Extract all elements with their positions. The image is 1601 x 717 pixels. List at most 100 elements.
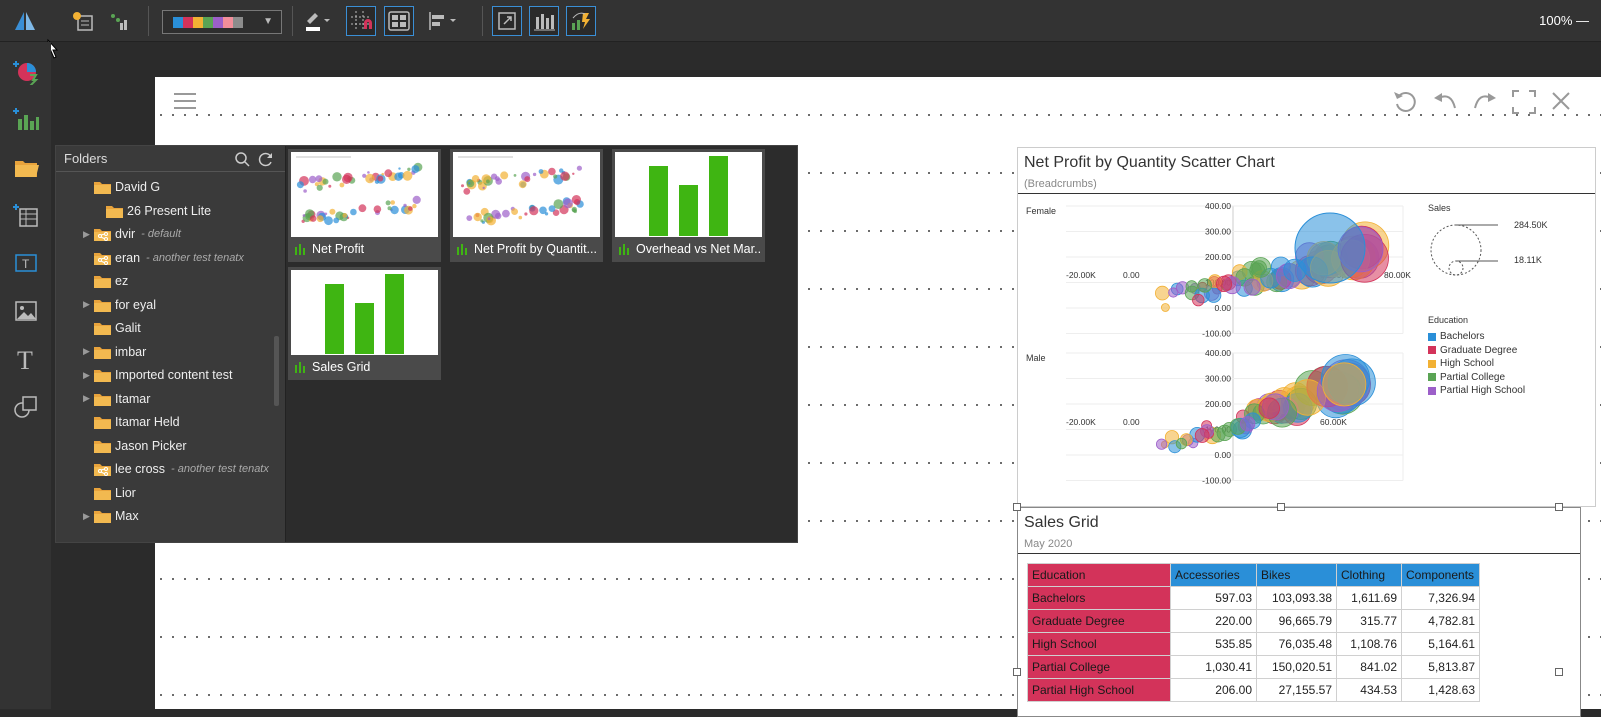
thumbnail-label: Net Profit bbox=[312, 242, 365, 256]
open-folder-icon[interactable] bbox=[9, 150, 43, 184]
text-box-icon[interactable]: T bbox=[9, 246, 43, 280]
scrollbar[interactable] bbox=[274, 336, 279, 406]
folder-icon bbox=[94, 321, 111, 335]
snap-to-grid-icon[interactable] bbox=[346, 6, 376, 36]
text-icon[interactable]: T bbox=[9, 342, 43, 376]
folder-label: Lior bbox=[115, 485, 136, 500]
app-logo-icon[interactable] bbox=[10, 6, 40, 36]
reset-icon[interactable] bbox=[1391, 88, 1419, 114]
sales-grid-widget[interactable]: Sales Grid May 2020 Education Accessories… bbox=[1017, 507, 1581, 717]
shapes-icon[interactable] bbox=[9, 390, 43, 424]
folder-label: ez bbox=[115, 274, 129, 288]
search-icon[interactable] bbox=[234, 151, 250, 167]
expand-arrow-icon[interactable]: ▶ bbox=[83, 393, 91, 404]
background-color-icon[interactable] bbox=[302, 6, 332, 36]
expand-arrow-icon[interactable]: ▶ bbox=[83, 229, 91, 240]
quick-insights-icon[interactable] bbox=[566, 6, 596, 36]
folder-item[interactable]: 26 Present Lite bbox=[56, 199, 271, 223]
data-source-icon[interactable] bbox=[104, 6, 134, 36]
thumbnail-caption: Sales Grid bbox=[294, 359, 437, 375]
zoom-level[interactable]: 100% — bbox=[1539, 13, 1589, 28]
table-cell: 1,030.41 bbox=[1170, 655, 1257, 679]
image-icon[interactable] bbox=[9, 294, 43, 328]
legend-swatch bbox=[1428, 332, 1436, 341]
palette-swatch bbox=[183, 16, 193, 28]
legend-item[interactable]: Bachelors bbox=[1428, 331, 1484, 342]
folder-item[interactable]: Galit bbox=[56, 316, 271, 340]
layout-grid-icon[interactable] bbox=[384, 6, 414, 36]
folder-item[interactable]: eran - another test tenatx bbox=[56, 246, 271, 270]
folder-item[interactable]: Lior bbox=[56, 481, 271, 505]
undo-icon[interactable] bbox=[1431, 88, 1459, 114]
folder-item[interactable]: Jason Picker bbox=[56, 434, 271, 458]
chart-type-icon bbox=[294, 243, 306, 255]
table-cell: 5,813.87 bbox=[1401, 655, 1480, 679]
refresh-icon[interactable] bbox=[258, 151, 274, 167]
table-cell: 315.77 bbox=[1336, 609, 1402, 633]
column-header[interactable]: Clothing bbox=[1336, 563, 1402, 587]
legend-label: Bachelors bbox=[1440, 331, 1485, 342]
widget-thumbnail[interactable]: Net Profit by Quantit... bbox=[450, 149, 603, 262]
widget-title: Sales Grid bbox=[1024, 514, 1099, 531]
legend-item[interactable]: Partial College bbox=[1428, 372, 1505, 383]
column-header[interactable]: Education bbox=[1027, 563, 1171, 587]
resize-handle[interactable] bbox=[1013, 503, 1021, 511]
size-legend-title: Sales bbox=[1428, 203, 1451, 213]
data-bubble bbox=[1185, 280, 1198, 293]
scatter-plot[interactable]: 400.00300.00200.00100.000.00-100.00-20.0… bbox=[1018, 148, 1597, 508]
column-header[interactable]: Bikes bbox=[1256, 563, 1337, 587]
folder-item[interactable]: David G bbox=[56, 175, 271, 199]
palette-swatches bbox=[173, 16, 243, 28]
legend-item[interactable]: Partial High School bbox=[1428, 385, 1525, 396]
folder-item[interactable]: ▶ Imported content test bbox=[56, 363, 271, 387]
add-chart-icon[interactable] bbox=[9, 102, 43, 136]
folder-item[interactable]: ▶ dvir - default bbox=[56, 222, 271, 246]
resize-handle[interactable] bbox=[1555, 503, 1563, 511]
table-cell: 76,035.48 bbox=[1256, 632, 1337, 656]
color-palette-dropdown[interactable]: ▼ bbox=[162, 10, 282, 34]
fullscreen-icon[interactable] bbox=[1511, 89, 1537, 115]
resize-handle[interactable] bbox=[1555, 668, 1563, 676]
folder-item[interactable]: ez bbox=[56, 269, 271, 293]
expand-arrow-icon[interactable]: ▶ bbox=[83, 346, 91, 357]
folder-item[interactable]: Itamar Held bbox=[56, 410, 271, 434]
chart-style-icon[interactable] bbox=[529, 6, 559, 36]
legend-swatch bbox=[1428, 359, 1436, 368]
expand-arrow-icon[interactable]: ▶ bbox=[83, 299, 91, 310]
legend-item[interactable]: High School bbox=[1428, 358, 1494, 369]
table-cell: 1,611.69 bbox=[1336, 586, 1402, 610]
y-tick-label: 400.00 bbox=[1205, 201, 1231, 211]
hamburger-menu-icon[interactable] bbox=[173, 91, 197, 111]
folder-item[interactable]: lee cross - another test tenatx bbox=[56, 457, 271, 481]
add-widget-icon[interactable] bbox=[9, 54, 43, 88]
scatter-chart-widget[interactable]: Net Profit by Quantity Scatter Chart (Br… bbox=[1017, 147, 1596, 507]
data-bubble bbox=[1194, 428, 1210, 443]
folders-browser-popup: Folders David G 26 Present Lite ▶ dvir - def… bbox=[55, 145, 798, 543]
legend-item[interactable]: Graduate Degree bbox=[1428, 345, 1517, 356]
x-tick-label: -20.00K bbox=[1066, 417, 1096, 427]
close-icon[interactable] bbox=[1551, 91, 1571, 111]
widget-thumbnail[interactable]: Overhead vs Net Mar... bbox=[612, 149, 765, 262]
resize-handle[interactable] bbox=[1277, 503, 1285, 511]
folder-item[interactable]: ▶ Max bbox=[56, 504, 271, 528]
expand-arrow-icon[interactable]: ▶ bbox=[83, 370, 91, 381]
folder-item[interactable]: ▶ for eyal bbox=[56, 293, 271, 317]
resize-handle[interactable] bbox=[1013, 668, 1021, 676]
svg-text:T: T bbox=[17, 346, 33, 373]
align-icon[interactable] bbox=[426, 6, 456, 36]
new-dashboard-icon[interactable] bbox=[67, 6, 97, 36]
thumbnail-caption: Overhead vs Net Mar... bbox=[618, 241, 761, 257]
expand-widget-icon[interactable] bbox=[492, 6, 522, 36]
folder-item[interactable]: ▶ Itamar bbox=[56, 387, 271, 411]
table-cell: 7,326.94 bbox=[1401, 586, 1480, 610]
widget-thumbnail[interactable]: Sales Grid bbox=[288, 267, 441, 380]
redo-icon[interactable] bbox=[1471, 88, 1499, 114]
add-table-icon[interactable] bbox=[9, 198, 43, 232]
table-cell: 4,782.81 bbox=[1401, 609, 1480, 633]
expand-arrow-icon[interactable]: ▶ bbox=[83, 511, 91, 522]
column-header[interactable]: Components bbox=[1401, 563, 1480, 587]
top-toolbar: ▼ 100% — bbox=[0, 0, 1601, 59]
column-header[interactable]: Accessories bbox=[1170, 563, 1257, 587]
folder-item[interactable]: ▶ imbar bbox=[56, 340, 271, 364]
widget-thumbnail[interactable]: Net Profit bbox=[288, 149, 441, 262]
